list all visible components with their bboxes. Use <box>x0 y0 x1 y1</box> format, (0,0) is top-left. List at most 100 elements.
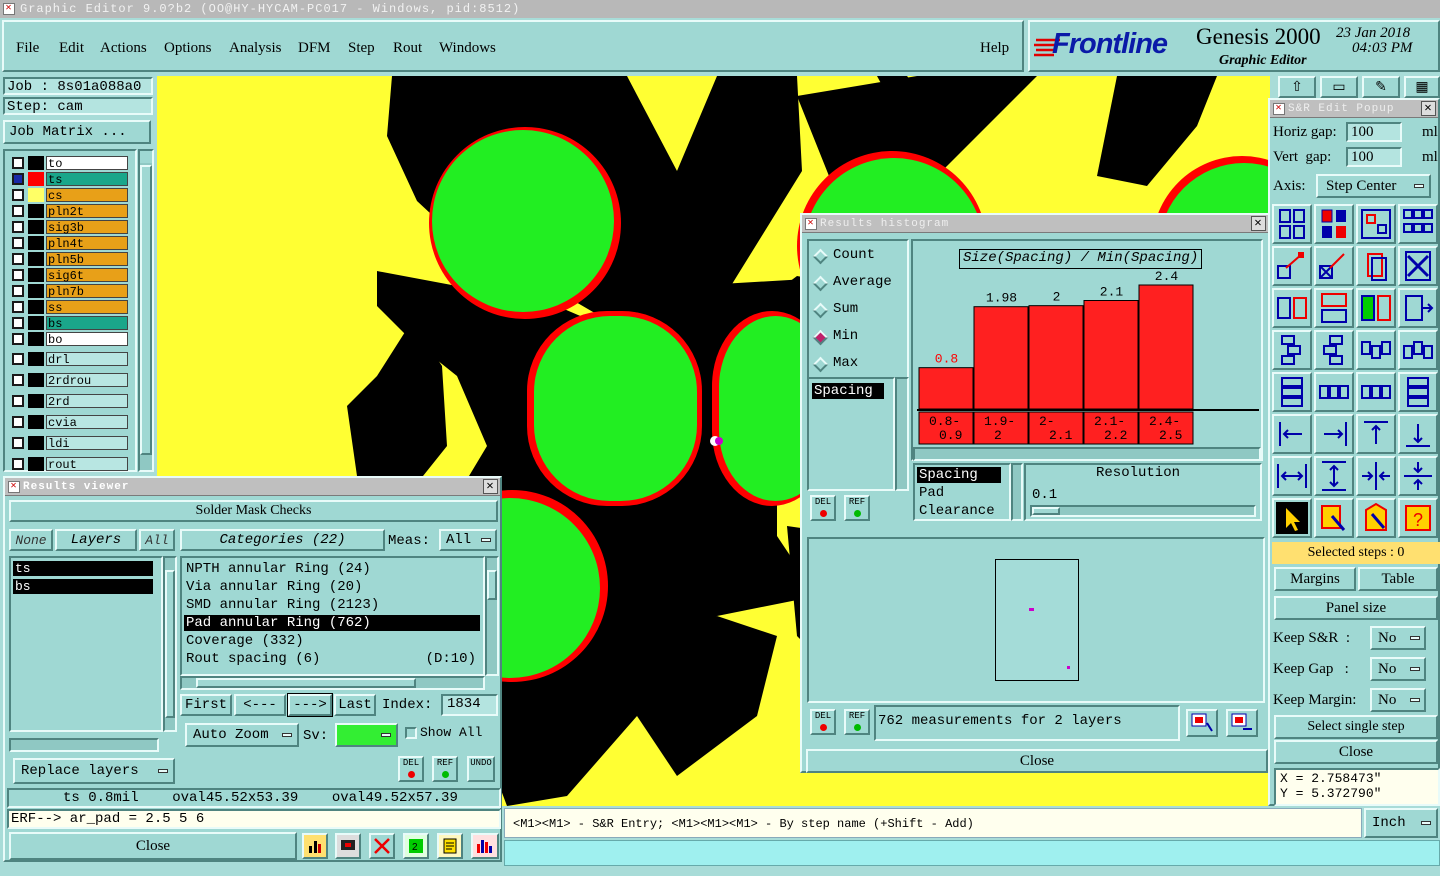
histogram-bar[interactable] <box>1083 300 1139 410</box>
space-v-icon[interactable] <box>1314 456 1354 496</box>
layer-row[interactable]: to <box>12 156 128 171</box>
space-h-icon[interactable] <box>1272 456 1312 496</box>
multi-grid-icon[interactable] <box>1398 204 1438 244</box>
layer-color-swatch[interactable] <box>28 284 44 298</box>
layer-color-swatch[interactable] <box>28 220 44 234</box>
layer-color-swatch[interactable] <box>28 457 44 471</box>
layer-color-swatch[interactable] <box>28 204 44 218</box>
category-item[interactable]: NPTH annular Ring (24) <box>184 561 480 577</box>
layer-row[interactable]: pln7b <box>12 284 128 299</box>
resolution-slider[interactable] <box>1030 505 1256 517</box>
index-input[interactable]: 1834 <box>441 694 498 716</box>
solder-mask-checks-button[interactable]: Solder Mask Checks <box>9 500 498 522</box>
scroll-thumb[interactable] <box>196 678 416 688</box>
row-h2-icon[interactable] <box>1356 372 1396 412</box>
layer-checkbox[interactable] <box>12 253 24 265</box>
preview-del-button[interactable]: DEL <box>810 709 836 735</box>
layer-checkbox[interactable] <box>12 395 24 407</box>
layer-row[interactable]: ts <box>12 172 128 187</box>
pointer-icon[interactable] <box>1272 498 1312 538</box>
keep-gap-dropdown[interactable]: No <box>1370 657 1426 681</box>
vert-gap-input[interactable]: 100 <box>1346 147 1402 167</box>
distribute-h2-icon[interactable] <box>1398 330 1438 370</box>
margins-button[interactable]: Margins <box>1274 567 1356 591</box>
frame-icon[interactable]: ▭ <box>1320 76 1358 98</box>
layer-checkbox[interactable] <box>12 221 24 233</box>
measure-list-item[interactable]: Spacing <box>917 467 1001 483</box>
slider-thumb[interactable] <box>1032 507 1060 515</box>
layer-row[interactable]: cvia <box>12 415 128 430</box>
first-button[interactable]: First <box>180 694 232 716</box>
window-menu-icon[interactable]: ✕ <box>3 3 15 15</box>
center-v-icon[interactable] <box>1398 456 1438 496</box>
keep-sr-dropdown[interactable]: No <box>1370 626 1426 650</box>
help-icon[interactable]: ? <box>1398 498 1438 538</box>
align-right-icon[interactable] <box>1314 414 1354 454</box>
layer-row[interactable]: bs <box>12 316 128 331</box>
layer-checkbox[interactable] <box>12 301 24 313</box>
layer-checkbox[interactable] <box>12 416 24 428</box>
scroll-thumb[interactable] <box>140 165 152 455</box>
close-icon[interactable]: ✕ <box>1251 216 1266 231</box>
scroll-thumb[interactable] <box>487 570 497 600</box>
edit-step-icon[interactable] <box>1314 498 1354 538</box>
layers-tab[interactable]: Layers <box>55 529 137 551</box>
histogram-close-button[interactable]: Close <box>806 749 1268 773</box>
axis-dropdown[interactable]: Step Center <box>1316 174 1431 198</box>
del-button[interactable]: DEL <box>398 756 424 782</box>
row-h-icon[interactable] <box>1314 372 1354 412</box>
categories-tab[interactable]: Categories (22) <box>180 529 385 551</box>
category-item[interactable]: Coverage (332) <box>184 633 480 649</box>
preview-ref-button[interactable]: REF <box>844 709 870 735</box>
menu-options[interactable]: Options <box>164 40 212 57</box>
histogram-titlebar[interactable]: ✕ Results histogram ✕ <box>802 215 1268 233</box>
menu-dfm[interactable]: DFM <box>298 40 331 57</box>
histogram-ref-button[interactable]: REF <box>844 495 870 521</box>
swap-v-icon[interactable] <box>1314 288 1354 328</box>
swap-h-icon[interactable] <box>1272 288 1312 328</box>
layer-color-swatch[interactable] <box>28 415 44 429</box>
measure-list-item[interactable]: Pad <box>917 485 944 501</box>
sr-close-button[interactable]: Close <box>1274 740 1438 764</box>
panel-size-button[interactable]: Panel size <box>1274 596 1438 620</box>
histogram-bar[interactable] <box>918 367 974 410</box>
measure-list-item[interactable]: Clearance <box>917 503 995 519</box>
undo-button[interactable]: UNDO <box>467 756 495 782</box>
layer-row[interactable]: ss <box>12 300 128 315</box>
numbers-icon[interactable]: 2 <box>403 833 429 859</box>
chart-icon[interactable] <box>302 833 328 859</box>
window-menu-icon[interactable]: ✕ <box>1273 103 1285 115</box>
layer-row[interactable]: ldi <box>12 436 128 451</box>
mode-radio-count[interactable]: Count <box>812 247 907 267</box>
close-icon[interactable]: ✕ <box>483 479 498 494</box>
mode-radio-average[interactable]: Average <box>812 274 907 294</box>
layer-color-swatch[interactable] <box>28 394 44 408</box>
report-icon[interactable] <box>437 833 463 859</box>
copy-step-icon[interactable] <box>1356 246 1396 286</box>
layer-row[interactable]: drl <box>12 352 128 367</box>
layer-checkbox[interactable] <box>12 333 24 345</box>
chart-hscrollbar[interactable] <box>913 447 1261 461</box>
histogram-bar[interactable] <box>1028 305 1084 410</box>
layer-color-swatch[interactable] <box>28 188 44 202</box>
menu-edit[interactable]: Edit <box>59 40 84 57</box>
layer-color-swatch[interactable] <box>28 268 44 282</box>
results-close-button[interactable]: Close <box>9 832 297 860</box>
layers-none-button[interactable]: None <box>9 529 53 551</box>
layer-checkbox[interactable] <box>12 374 24 386</box>
layer-color-swatch[interactable] <box>28 316 44 330</box>
table-button[interactable]: Table <box>1358 567 1438 591</box>
layer-row[interactable]: rout <box>12 457 128 472</box>
layer-row[interactable]: pln4t <box>12 236 128 251</box>
align-top-icon[interactable] <box>1356 414 1396 454</box>
rotate-right-icon[interactable] <box>1398 288 1438 328</box>
layer-row[interactable]: cs <box>12 188 128 203</box>
histogram-icon[interactable] <box>471 833 499 859</box>
prev-button[interactable]: <--- <box>234 694 286 716</box>
last-button[interactable]: Last <box>334 694 376 716</box>
ref-button[interactable]: REF <box>432 756 458 782</box>
menu-step[interactable]: Step <box>348 40 375 57</box>
layer-row[interactable]: pln2t <box>12 204 128 219</box>
show-all-checkbox[interactable] <box>405 727 417 739</box>
window-menu-icon[interactable]: ✕ <box>805 218 817 230</box>
